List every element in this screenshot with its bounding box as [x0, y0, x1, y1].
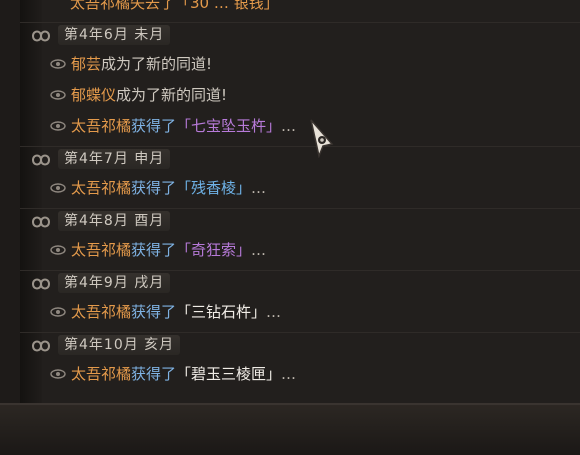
log-line: 太吾祁橘获得了「三钻石杵」…: [50, 302, 281, 322]
panel-frame-bottom: [0, 405, 580, 455]
date-label: 第4年6月 未月: [58, 25, 171, 45]
event-log-panel: 太吾祁橘失去了「30 … 银钱」 第4年6月 未月 郁芸成为了新的同道! 郁蝶仪…: [20, 0, 580, 405]
character-name[interactable]: 太吾祁橘: [71, 365, 131, 383]
log-verb: 获得了: [131, 303, 177, 321]
log-text: 成为了新的同道!: [101, 55, 213, 73]
knot-icon: [31, 154, 51, 166]
log-verb: 获得了: [131, 241, 177, 259]
log-text: 成为了新的同道!: [116, 86, 228, 104]
ellipsis: …: [281, 117, 297, 135]
eye-icon[interactable]: [50, 89, 66, 100]
eye-icon[interactable]: [50, 120, 66, 131]
eye-icon[interactable]: [50, 182, 66, 193]
date-header: 第4年6月 未月: [20, 24, 580, 48]
knot-icon: [31, 216, 51, 228]
entry-divider: [20, 146, 580, 147]
item-name[interactable]: 「碧玉三棱匣」: [176, 365, 281, 383]
entry-divider: [20, 208, 580, 209]
log-verb: 获得了: [131, 117, 177, 135]
brush-cursor-icon: [310, 119, 334, 158]
date-label: 第4年8月 酉月: [58, 211, 171, 231]
date-label: 第4年10月 亥月: [58, 335, 181, 355]
date-header: 第4年7月 申月: [20, 148, 580, 172]
knot-icon: [31, 30, 51, 42]
ellipsis: …: [281, 365, 297, 383]
log-line: 太吾祁橘获得了「七宝坠玉杵」…: [50, 116, 296, 136]
date-label: 第4年7月 申月: [58, 149, 171, 169]
character-name[interactable]: 太吾祁橘: [71, 179, 131, 197]
log-line: 郁蝶仪成为了新的同道!: [50, 85, 227, 105]
item-name[interactable]: 「残香棱」: [176, 179, 251, 197]
character-name[interactable]: 太吾祁橘: [71, 117, 131, 135]
character-name[interactable]: 太吾祁橘: [71, 241, 131, 259]
partial-line-text: 太吾祁橘失去了「30 … 银钱」: [70, 0, 279, 12]
log-line: 郁芸成为了新的同道!: [50, 54, 212, 74]
ellipsis: …: [251, 241, 267, 259]
log-verb: 获得了: [131, 179, 177, 197]
date-header: 第4年10月 亥月: [20, 334, 580, 358]
character-name[interactable]: 郁蝶仪: [71, 86, 116, 104]
date-header: 第4年8月 酉月: [20, 210, 580, 234]
eye-icon[interactable]: [50, 58, 66, 69]
character-name[interactable]: 郁芸: [71, 55, 101, 73]
character-name[interactable]: 太吾祁橘: [71, 303, 131, 321]
ellipsis: …: [251, 179, 267, 197]
item-name[interactable]: 「七宝坠玉杵」: [176, 117, 281, 135]
date-header: 第4年9月 戌月: [20, 272, 580, 296]
eye-icon[interactable]: [50, 244, 66, 255]
entry-divider: [20, 270, 580, 271]
entry-divider: [20, 22, 580, 23]
log-line: 太吾祁橘获得了「碧玉三棱匣」…: [50, 364, 296, 384]
log-verb: 获得了: [131, 365, 177, 383]
partial-log-line: 太吾祁橘失去了「30 … 银钱」: [70, 0, 279, 12]
date-label: 第4年9月 戌月: [58, 273, 171, 293]
knot-icon: [31, 340, 51, 352]
entry-divider: [20, 332, 580, 333]
ellipsis: …: [266, 303, 282, 321]
knot-icon: [31, 278, 51, 290]
eye-icon[interactable]: [50, 306, 66, 317]
log-line: 太吾祁橘获得了「奇狂索」…: [50, 240, 266, 260]
item-name[interactable]: 「奇狂索」: [176, 241, 251, 259]
item-name[interactable]: 「三钻石杵」: [176, 303, 266, 321]
eye-icon[interactable]: [50, 368, 66, 379]
log-line: 太吾祁橘获得了「残香棱」…: [50, 178, 266, 198]
